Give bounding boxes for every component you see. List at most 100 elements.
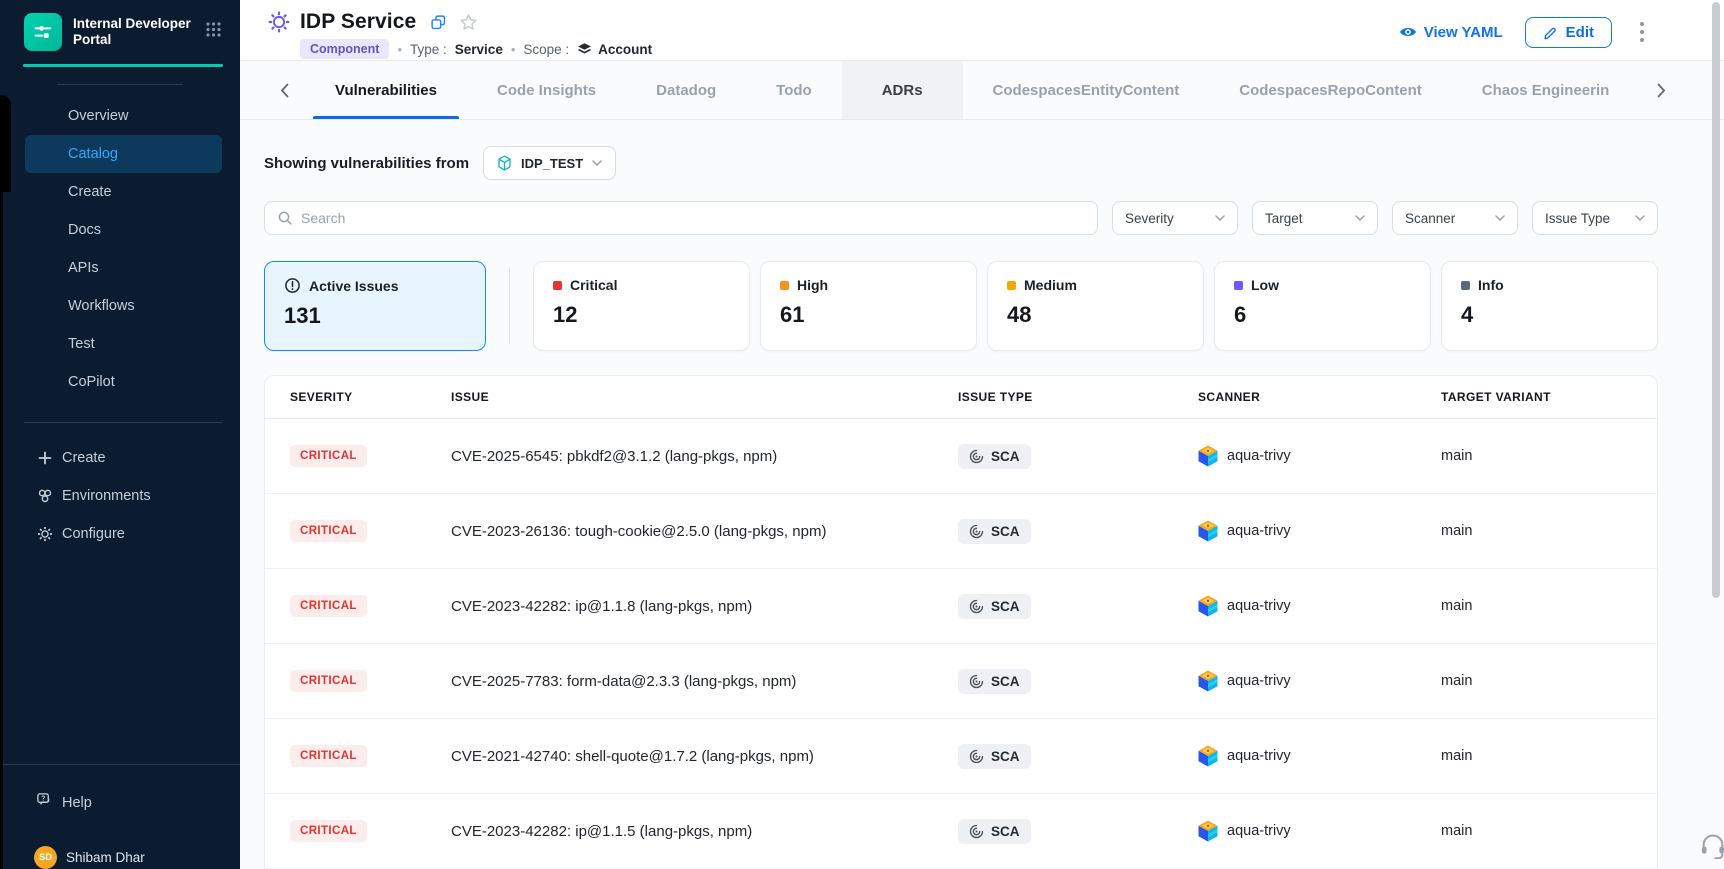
target-variant: main <box>1441 748 1632 764</box>
project-selector[interactable]: IDP_TEST <box>483 146 616 180</box>
entity-meta: Component • Type : Service • Scope : Acc… <box>300 39 652 59</box>
environments-icon <box>36 488 53 504</box>
sidebar-item-label: CoPilot <box>68 374 115 390</box>
target-variant: main <box>1441 523 1632 539</box>
search-icon <box>277 210 293 226</box>
scanner-name: aqua-trivy <box>1227 598 1291 614</box>
active-issues-label: Active Issues <box>309 278 399 294</box>
sidebar-action-label: Configure <box>62 526 125 542</box>
issue-text: CVE-2025-7783: form-data@2.3.3 (lang-pkg… <box>451 673 958 690</box>
issue-type-badge: SCA <box>958 819 1031 844</box>
favorite-star-icon[interactable] <box>459 13 478 32</box>
sidebar-item-label: Workflows <box>68 298 135 314</box>
tab-label: Todo <box>776 82 812 99</box>
sidebar: Internal Developer Portal Overview Catal… <box>0 0 240 869</box>
table-row[interactable]: CRITICAL CVE-2025-7783: form-data@2.3.3 … <box>265 644 1657 719</box>
help-button[interactable]: ? Help <box>0 785 240 821</box>
filter-scanner[interactable]: Scanner <box>1392 201 1518 235</box>
filter-severity[interactable]: Severity <box>1112 201 1238 235</box>
tab-vulnerabilities[interactable]: Vulnerabilities <box>305 61 467 119</box>
background-window-edge <box>0 190 3 869</box>
issue-type-badge: SCA <box>958 519 1031 544</box>
chevron-down-icon <box>1635 215 1645 221</box>
sidebar-item-copilot[interactable]: CoPilot <box>25 363 222 401</box>
sidebar-item-workflows[interactable]: Workflows <box>25 287 222 325</box>
layers-icon <box>577 42 592 56</box>
severity-card-label: High <box>797 277 828 293</box>
stat-card-low[interactable]: Low 6 <box>1214 261 1431 351</box>
stat-card-critical[interactable]: Critical 12 <box>533 261 750 351</box>
apps-grid-icon[interactable] <box>205 21 222 43</box>
sidebar-action-configure[interactable]: Configure <box>0 515 240 553</box>
cards-divider <box>509 268 510 344</box>
avatar: SD <box>34 846 57 869</box>
stat-card-info[interactable]: Info 4 <box>1441 261 1658 351</box>
background-window-edge <box>0 95 11 192</box>
scanner-name: aqua-trivy <box>1227 523 1291 539</box>
idp-logo <box>24 13 62 51</box>
plus-icon <box>36 451 53 465</box>
edit-button[interactable]: Edit <box>1525 17 1612 48</box>
app-window: Internal Developer Portal Overview Catal… <box>0 0 1724 869</box>
stat-card-medium[interactable]: Medium 48 <box>987 261 1204 351</box>
tab-chaos-engineerin[interactable]: Chaos Engineerin <box>1452 61 1640 119</box>
more-options-kebab-icon[interactable] <box>1634 18 1650 46</box>
tab-label: ADRs <box>882 82 923 99</box>
entity-kind-badge: Component <box>300 39 389 59</box>
view-yaml-link[interactable]: View YAML <box>1399 24 1503 41</box>
active-issues-card[interactable]: Active Issues 131 <box>264 261 486 351</box>
table-row[interactable]: CRITICAL CVE-2023-42282: ip@1.1.8 (lang-… <box>265 569 1657 644</box>
sca-swirl-icon <box>969 524 984 539</box>
type-label: Type : <box>410 42 447 57</box>
target-variant: main <box>1441 673 1632 689</box>
sidebar-item-overview[interactable]: Overview <box>25 97 222 135</box>
entity-tabs-bar: Vulnerabilities Code Insights Datadog To… <box>240 61 1724 120</box>
severity-card-label: Medium <box>1024 277 1077 293</box>
sidebar-action-environments[interactable]: Environments <box>0 477 240 515</box>
sidebar-item-create[interactable]: Create <box>25 173 222 211</box>
vulnerabilities-panel: Showing vulnerabilities from IDP_TEST <box>240 120 1724 869</box>
tabs-scroll-left-icon[interactable] <box>270 77 299 104</box>
sliders-logo-icon <box>32 21 54 43</box>
filter-target[interactable]: Target <box>1252 201 1378 235</box>
table-row[interactable]: CRITICAL CVE-2023-26136: tough-cookie@2.… <box>265 494 1657 569</box>
user-name: Shibam Dhar <box>66 850 145 865</box>
stat-card-high[interactable]: High 61 <box>760 261 977 351</box>
entity-title-block: IDP Service Component • Type : <box>268 10 652 59</box>
sidebar-item-docs[interactable]: Docs <box>25 211 222 249</box>
tab-label: CodespacesRepoContent <box>1239 82 1422 99</box>
table-row[interactable]: CRITICAL CVE-2021-42740: shell-quote@1.7… <box>265 719 1657 794</box>
sidebar-action-label: Environments <box>62 488 151 504</box>
tab-codespacesentitycontent[interactable]: CodespacesEntityContent <box>963 61 1210 119</box>
tabs-scroll-right-icon[interactable] <box>1647 77 1676 104</box>
sidebar-item-catalog[interactable]: Catalog <box>25 135 222 173</box>
brand-title: Internal Developer Portal <box>73 16 199 48</box>
sidebar-item-test[interactable]: Test <box>25 325 222 363</box>
search-input[interactable] <box>301 210 1085 226</box>
vertical-scrollbar[interactable] <box>1712 2 1720 598</box>
svg-text:?: ? <box>41 795 45 803</box>
sidebar-item-apis[interactable]: APIs <box>25 249 222 287</box>
support-headset-icon[interactable] <box>1699 833 1724 864</box>
tab-codespacesrepocontent[interactable]: CodespacesRepoContent <box>1209 61 1452 119</box>
sidebar-action-create[interactable]: Create <box>0 439 240 477</box>
dot-separator: • <box>397 42 402 57</box>
severity-badge: CRITICAL <box>290 820 367 842</box>
tab-datadog[interactable]: Datadog <box>626 61 746 119</box>
table-row[interactable]: CRITICAL CVE-2025-6545: pbkdf2@3.1.2 (la… <box>265 419 1657 494</box>
tab-code-insights[interactable]: Code Insights <box>467 61 626 119</box>
issue-type-badge: SCA <box>958 669 1031 694</box>
user-menu[interactable]: SD Shibam Dhar <box>0 845 240 869</box>
aqua-trivy-icon <box>1198 820 1218 842</box>
tab-label: Datadog <box>656 82 716 99</box>
table-row[interactable]: CRITICAL CVE-2023-42282: ip@1.1.5 (lang-… <box>265 794 1657 869</box>
aqua-trivy-icon <box>1198 745 1218 767</box>
tab-adrs[interactable]: ADRs <box>842 61 963 119</box>
severity-card-count: 6 <box>1234 302 1411 328</box>
filter-issue-type[interactable]: Issue Type <box>1532 201 1658 235</box>
tab-todo[interactable]: Todo <box>746 61 842 119</box>
sca-swirl-icon <box>969 749 984 764</box>
copy-icon[interactable] <box>430 14 447 31</box>
column-target-variant: TARGET VARIANT <box>1441 390 1632 404</box>
sidebar-footer: ? Help SD Shibam Dhar <box>0 764 240 869</box>
